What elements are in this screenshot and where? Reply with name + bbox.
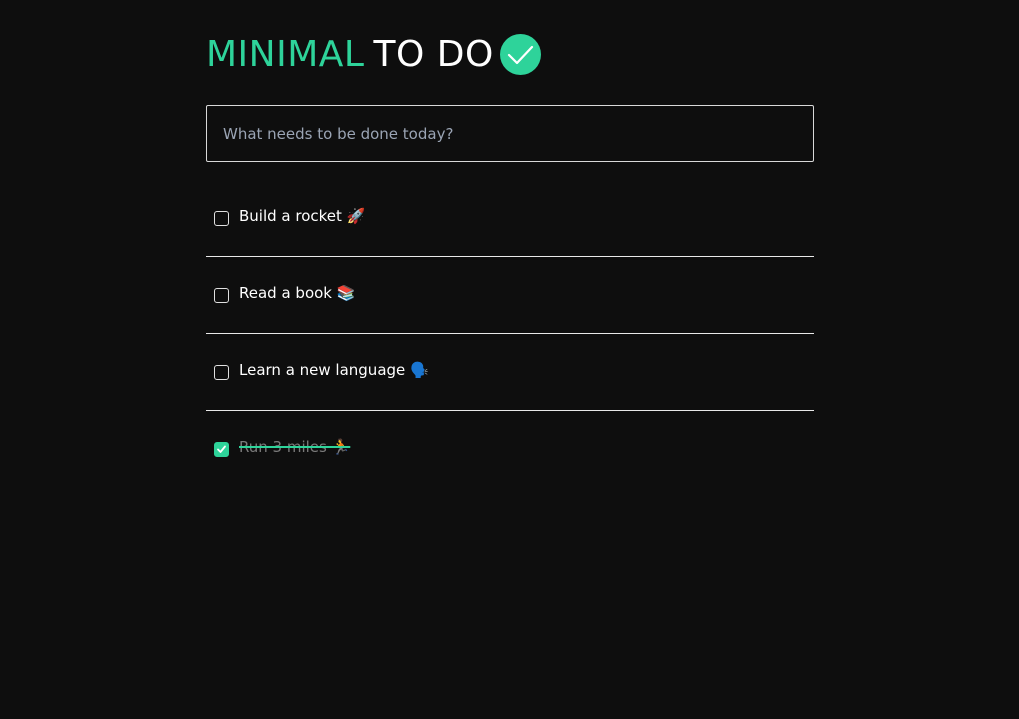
task-list: Build a rocket 🚀 Read a book 📚 Learn a n… (206, 180, 814, 487)
task-checkbox[interactable] (214, 288, 229, 303)
list-item: Read a book 📚 (206, 257, 814, 334)
app-header: MINIMAL TO DO (206, 30, 494, 78)
new-task-input[interactable] (206, 105, 814, 162)
title-accent: MINIMAL (206, 33, 365, 75)
list-item: Build a rocket 🚀 (206, 180, 814, 257)
task-checkbox-checked[interactable] (214, 442, 229, 457)
task-label-completed: Run 3 miles 🏃 (239, 438, 351, 456)
list-item: Run 3 miles 🏃 (206, 411, 814, 487)
task-label: Read a book 📚 (239, 284, 356, 302)
list-item: Learn a new language 🗣️ (206, 334, 814, 411)
task-checkbox[interactable] (214, 211, 229, 226)
check-circle-icon (500, 34, 541, 75)
task-label: Build a rocket 🚀 (239, 207, 366, 225)
task-checkbox[interactable] (214, 365, 229, 380)
title-main: TO DO (373, 33, 494, 75)
check-icon (217, 445, 226, 453)
task-label: Learn a new language 🗣️ (239, 361, 429, 379)
